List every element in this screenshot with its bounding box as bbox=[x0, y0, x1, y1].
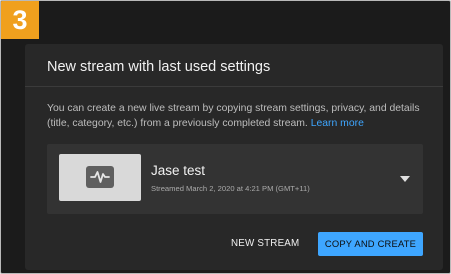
previous-stream-select[interactable]: Jase test Streamed March 2, 2020 at 4:21… bbox=[47, 144, 423, 214]
step-number-badge: 3 bbox=[1, 1, 39, 39]
copy-and-create-button[interactable]: COPY AND CREATE bbox=[318, 232, 423, 256]
divider bbox=[25, 86, 443, 87]
stream-title: Jase test bbox=[151, 163, 206, 178]
chevron-down-icon[interactable] bbox=[400, 176, 410, 182]
stream-date: Streamed March 2, 2020 at 4:21 PM (GMT+1… bbox=[151, 184, 310, 193]
new-stream-button[interactable]: NEW STREAM bbox=[223, 232, 307, 256]
learn-more-link[interactable]: Learn more bbox=[311, 118, 364, 129]
screenshot-frame: 3 New stream with last used settings You… bbox=[0, 0, 451, 274]
stream-thumbnail bbox=[59, 154, 141, 201]
new-stream-dialog: New stream with last used settings You c… bbox=[25, 44, 443, 270]
waveform-icon bbox=[86, 166, 114, 188]
dialog-title: New stream with last used settings bbox=[47, 59, 271, 75]
dialog-description: You can create a new live stream by copy… bbox=[47, 101, 427, 131]
